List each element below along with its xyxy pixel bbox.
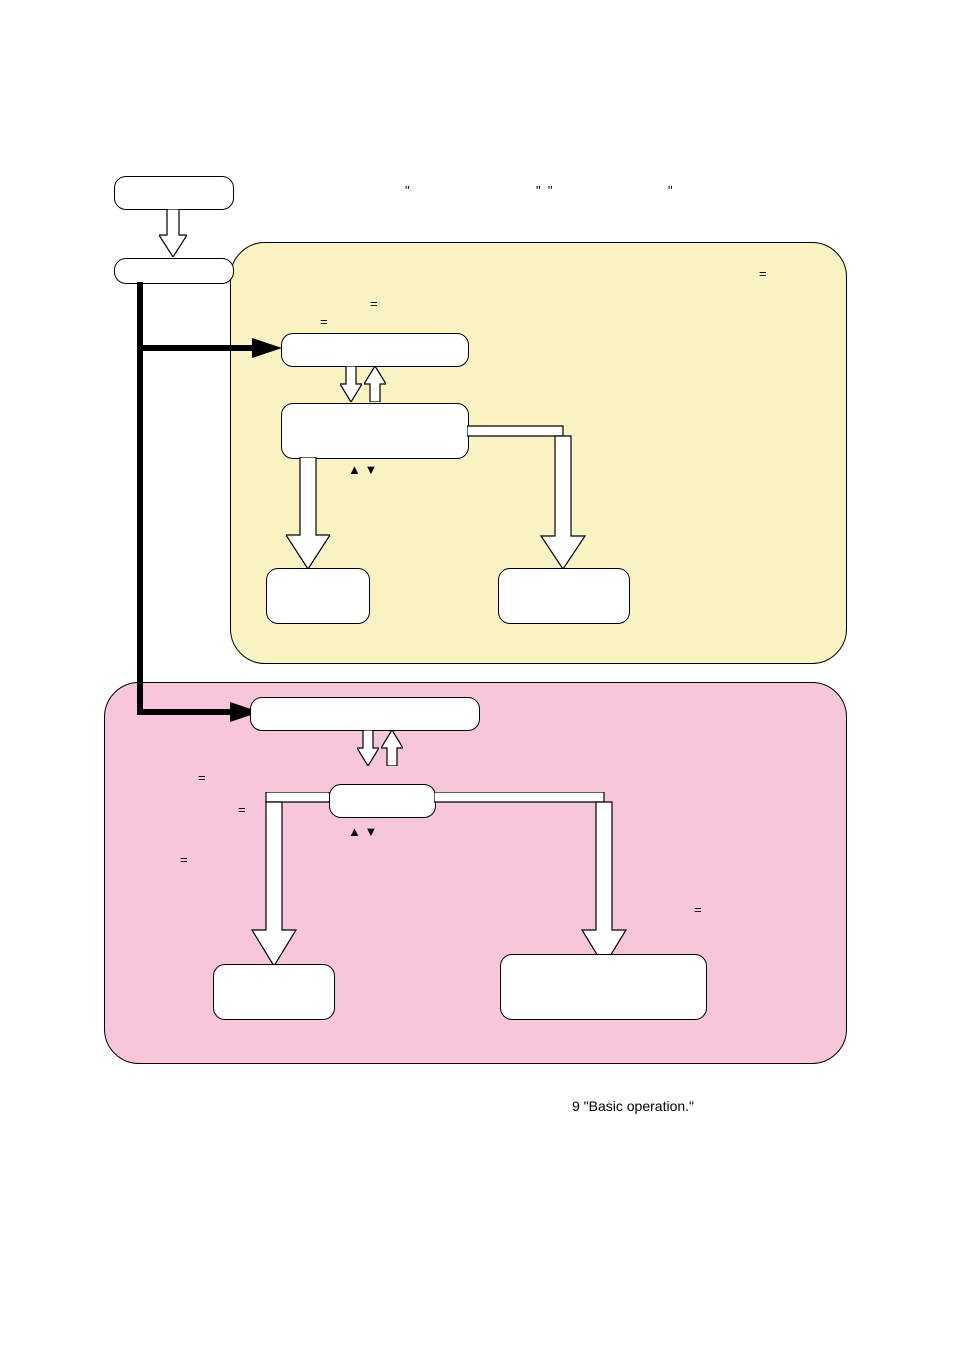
page-root: ▲ ▼ ▲ ▼ " " " " = bbox=[0, 0, 954, 1350]
yellow-triangles: ▲ ▼ bbox=[348, 462, 377, 477]
eq-f: = bbox=[180, 852, 188, 867]
start-node bbox=[114, 176, 234, 210]
eq-g: = bbox=[694, 902, 702, 917]
yellow-node-2 bbox=[281, 403, 469, 459]
arrow-up-p bbox=[381, 730, 403, 766]
top-quote-c: " bbox=[668, 183, 673, 198]
pink-triangles: ▲ ▼ bbox=[348, 824, 377, 839]
eq-a: = bbox=[370, 296, 378, 311]
eq-e: = bbox=[238, 802, 246, 817]
arrow-down-p bbox=[357, 730, 379, 766]
arrow-start-branch bbox=[159, 209, 187, 257]
yellow-arrow-left bbox=[286, 457, 330, 569]
eq-c: = bbox=[759, 266, 767, 281]
arrow-up-y bbox=[364, 366, 386, 402]
eq-b: = bbox=[320, 314, 328, 329]
pink-out-left bbox=[213, 964, 335, 1020]
yellow-joint-cover bbox=[468, 427, 554, 435]
pink-node-1 bbox=[250, 697, 480, 731]
pink-arrow-right bbox=[434, 792, 654, 966]
pink-joint-cover-left bbox=[267, 793, 329, 801]
eq-d: = bbox=[198, 770, 206, 785]
yellow-node-1 bbox=[281, 333, 469, 367]
elbow-to-pink bbox=[130, 270, 290, 724]
top-quote-b: " " bbox=[536, 183, 552, 198]
arrow-down-y bbox=[340, 366, 362, 402]
pink-joint-cover-right bbox=[435, 793, 595, 801]
top-quote-a: " bbox=[405, 183, 410, 198]
pink-out-right bbox=[500, 954, 707, 1020]
pink-arrow-left bbox=[248, 792, 348, 966]
yellow-out-right bbox=[498, 568, 630, 624]
yellow-arrow-right bbox=[467, 422, 617, 569]
footer-text: 9 "Basic operation." bbox=[572, 1098, 694, 1114]
yellow-out-left bbox=[266, 568, 370, 624]
